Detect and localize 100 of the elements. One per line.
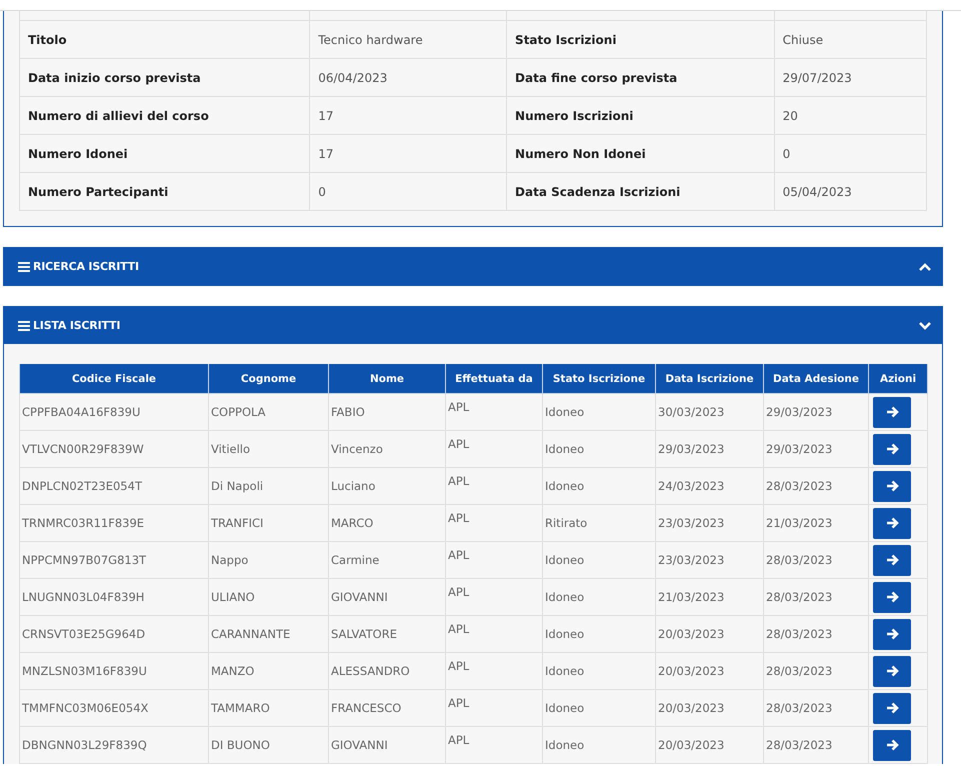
- table-cell: APL: [446, 726, 542, 764]
- arrow-right-icon: [886, 739, 898, 751]
- details-button[interactable]: [873, 470, 911, 502]
- panel-header[interactable]: LISTA ISCRITTI: [4, 307, 942, 344]
- table-cell: 28/03/2023: [764, 690, 868, 726]
- table-cell: 28/03/2023: [764, 578, 868, 616]
- table-cell: GIOVANNI: [328, 726, 446, 764]
- chevron-up-icon: [918, 262, 932, 272]
- details-button[interactable]: [873, 544, 911, 576]
- table-cell: Idoneo: [542, 430, 656, 468]
- column-header: Cognome: [208, 364, 328, 394]
- table-cell: Idoneo: [542, 468, 656, 504]
- details-button[interactable]: [873, 692, 911, 724]
- table-cell: APL: [446, 578, 542, 616]
- table-cell: TRNMRC03R11F839E: [20, 504, 208, 542]
- column-header: Effettuata da: [446, 364, 542, 394]
- table-cell: APL: [446, 394, 542, 430]
- panel-title: LISTA ISCRITTI: [33, 319, 120, 332]
- table-cell: Idoneo: [542, 394, 656, 430]
- details-button[interactable]: [873, 508, 911, 538]
- details-button[interactable]: [873, 434, 911, 464]
- table-cell: TRANFICI: [208, 504, 328, 542]
- table-cell: FRANCESCO: [328, 690, 446, 726]
- table-cell: ALESSANDRO: [328, 652, 446, 690]
- details-button[interactable]: [873, 656, 911, 686]
- table-cell: LNUGNN03L04F839H: [20, 578, 208, 616]
- table-cell: APL: [446, 468, 542, 504]
- field-value: Chiuse: [774, 20, 926, 58]
- table-cell: 20/03/2023: [656, 726, 764, 764]
- table-cell: Luciano: [328, 468, 446, 504]
- table-cell: GIOVANNI: [328, 578, 446, 616]
- table-cell: CARANNANTE: [208, 616, 328, 652]
- arrow-right-icon: [886, 591, 898, 603]
- field-label: Numero Non Idonei: [506, 134, 774, 172]
- table-cell: APL: [446, 430, 542, 468]
- column-header: Data Iscrizione: [656, 364, 764, 394]
- table-cell: DBNGNN03L29F839Q: [20, 726, 208, 764]
- panel-header[interactable]: RICERCA ISCRITTI: [4, 248, 942, 285]
- table-cell: ULIANO: [208, 578, 328, 616]
- table-cell: Ritirato: [542, 504, 656, 542]
- table-cell: 23/03/2023: [656, 504, 764, 542]
- column-header: Nome: [328, 364, 446, 394]
- field-value: Tecnico hardware: [310, 20, 507, 58]
- table-cell: APL: [446, 652, 542, 690]
- arrow-right-icon: [886, 406, 898, 418]
- table-cell: 21/03/2023: [764, 504, 868, 542]
- table-cell: APL: [446, 690, 542, 726]
- table-cell: Vincenzo: [328, 430, 446, 468]
- arrow-right-icon: [886, 702, 898, 714]
- field-value: 29/07/2023: [774, 58, 926, 96]
- column-header: Codice Fiscale: [20, 364, 208, 394]
- table-cell: 21/03/2023: [656, 578, 764, 616]
- field-label: Numero Partecipanti: [20, 172, 310, 210]
- table-cell: MNZLSN03M16F839U: [20, 652, 208, 690]
- column-header: Stato Iscrizione: [542, 364, 656, 394]
- details-button[interactable]: [873, 396, 911, 428]
- table-cell: Idoneo: [542, 542, 656, 578]
- table-cell: 29/03/2023: [764, 394, 868, 430]
- menu-icon: [18, 262, 30, 272]
- table-cell: Idoneo: [542, 578, 656, 616]
- table-cell: 28/03/2023: [764, 468, 868, 504]
- field-label: Numero Iscrizioni: [506, 96, 774, 134]
- table-cell: DI BUONO: [208, 726, 328, 764]
- details-button[interactable]: [873, 582, 911, 612]
- table-cell: VTLVCN00R29F839W: [20, 430, 208, 468]
- menu-icon: [18, 320, 30, 330]
- field-label: Data inizio corso prevista: [20, 58, 310, 96]
- table-cell: TAMMARO: [208, 690, 328, 726]
- table-cell: DNPLCN02T23E054T: [20, 468, 208, 504]
- table-cell: MARCO: [328, 504, 446, 542]
- field-value: 17: [310, 134, 507, 172]
- details-button[interactable]: [873, 730, 911, 760]
- table-cell: TMMFNC03M06E054X: [20, 690, 208, 726]
- table-cell: Idoneo: [542, 652, 656, 690]
- arrow-right-icon: [886, 480, 898, 492]
- arrow-right-icon: [886, 665, 898, 677]
- arrow-right-icon: [886, 517, 898, 529]
- details-button[interactable]: [873, 618, 911, 650]
- field-value: 06/04/2023: [310, 58, 507, 96]
- field-label: Data fine corso prevista: [506, 58, 774, 96]
- table-cell: Carmine: [328, 542, 446, 578]
- table-cell: 29/03/2023: [764, 430, 868, 468]
- table-cell: Di Napoli: [208, 468, 328, 504]
- field-value: 0: [310, 172, 507, 210]
- panel-title: RICERCA ISCRITTI: [33, 260, 139, 273]
- column-header: Data Adesione: [764, 364, 868, 394]
- table-cell: 24/03/2023: [656, 468, 764, 504]
- table-cell: 28/03/2023: [764, 652, 868, 690]
- field-label: Numero di allievi del corso: [20, 96, 310, 134]
- arrow-right-icon: [886, 554, 898, 566]
- field-value: 05/04/2023: [774, 172, 926, 210]
- column-header: Azioni: [868, 364, 928, 394]
- table-cell: MANZO: [208, 652, 328, 690]
- table-cell: 23/03/2023: [656, 542, 764, 578]
- table-cell: Vitiello: [208, 430, 328, 468]
- field-label: Stato Iscrizioni: [506, 20, 774, 58]
- table-cell: Idoneo: [542, 616, 656, 652]
- table-cell: 20/03/2023: [656, 616, 764, 652]
- table-cell: CPPFBA04A16F839U: [20, 394, 208, 430]
- table-cell: 28/03/2023: [764, 542, 868, 578]
